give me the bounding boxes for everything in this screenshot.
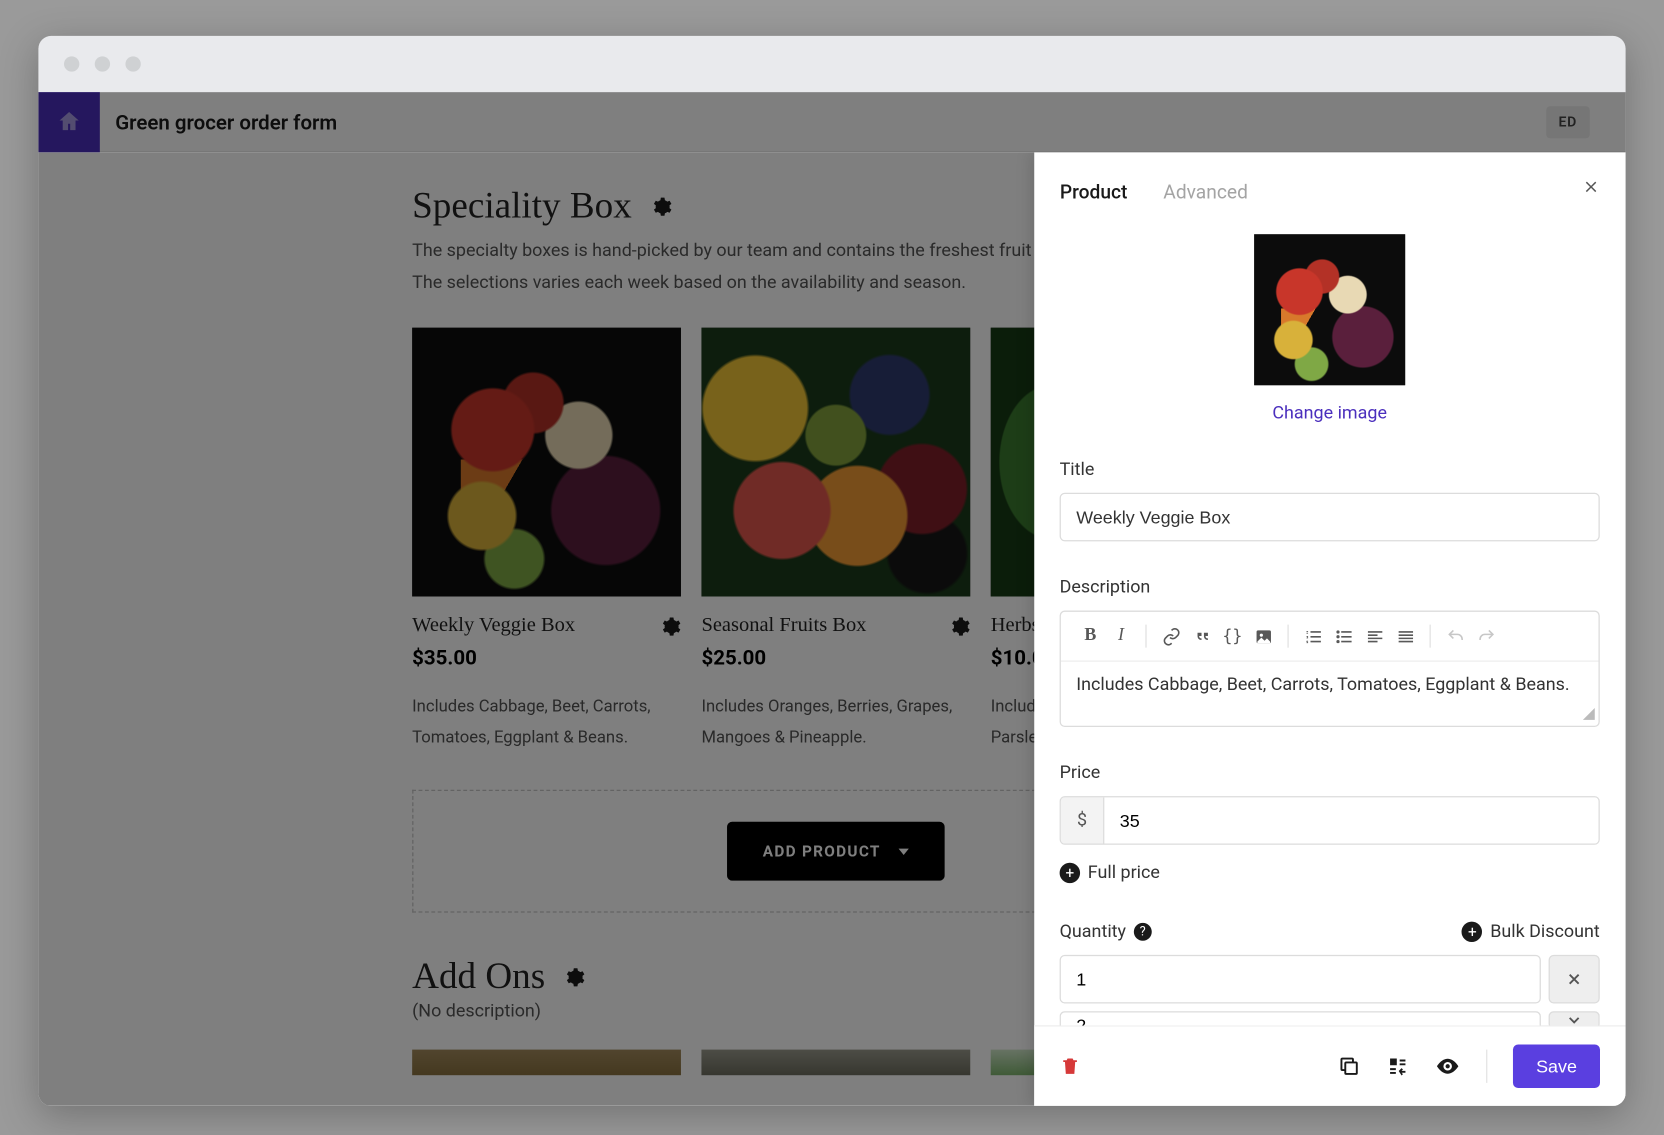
change-image-link[interactable]: Change image — [1273, 403, 1388, 423]
quantity-remove-button[interactable] — [1549, 955, 1600, 1004]
tab-product[interactable]: Product — [1060, 180, 1128, 203]
product-edit-panel: Product Advanced Change image Title Desc… — [1034, 152, 1625, 1106]
title-label: Title — [1060, 460, 1600, 480]
traffic-light-minimize[interactable] — [95, 56, 110, 71]
delete-button[interactable] — [1060, 1055, 1080, 1078]
resize-handle-icon[interactable]: ◢ — [1583, 704, 1595, 722]
description-editor: B I {} — [1060, 611, 1600, 727]
align-left-icon — [1365, 627, 1384, 646]
price-field: $ — [1060, 796, 1600, 845]
description-textarea[interactable]: Includes Cabbage, Beet, Carrots, Tomatoe… — [1061, 662, 1599, 726]
save-button[interactable]: Save — [1513, 1044, 1600, 1088]
rte-undo-button[interactable] — [1441, 622, 1469, 650]
align-justify-icon — [1396, 627, 1415, 646]
unordered-list-icon — [1334, 627, 1353, 646]
quantity-row — [1060, 1011, 1600, 1025]
quantity-label: Quantity ? — [1060, 922, 1152, 942]
quantity-input[interactable] — [1060, 955, 1541, 1004]
chevron-down-icon — [1565, 1011, 1583, 1025]
panel-footer: Save — [1034, 1025, 1625, 1106]
close-icon — [1582, 178, 1600, 196]
description-text: Includes Cabbage, Beet, Carrots, Tomatoe… — [1076, 675, 1569, 695]
redo-icon — [1476, 627, 1495, 646]
trash-icon — [1060, 1055, 1080, 1078]
x-icon — [1565, 970, 1583, 988]
panel-close-button[interactable] — [1582, 178, 1600, 196]
undo-icon — [1446, 627, 1465, 646]
full-price-label: Full price — [1088, 863, 1160, 883]
eye-icon — [1435, 1053, 1461, 1079]
traffic-light-close[interactable] — [64, 56, 79, 71]
quote-icon — [1192, 627, 1211, 646]
rte-align-left-button[interactable] — [1361, 622, 1389, 650]
rte-bold-button[interactable]: B — [1076, 622, 1104, 650]
quantity-row — [1060, 955, 1600, 1004]
rte-toolbar: B I {} — [1061, 612, 1599, 662]
window-titlebar — [38, 36, 1625, 92]
duplicate-button[interactable] — [1338, 1055, 1361, 1078]
currency-symbol: $ — [1061, 797, 1105, 843]
bulk-discount-button[interactable]: + Bulk Discount — [1462, 922, 1600, 942]
preview-button[interactable] — [1435, 1053, 1461, 1079]
rte-ol-button[interactable] — [1299, 622, 1327, 650]
traffic-light-zoom[interactable] — [125, 56, 140, 71]
full-price-toggle[interactable]: + Full price — [1060, 863, 1600, 883]
quantity-input[interactable] — [1060, 1011, 1541, 1025]
description-label: Description — [1060, 577, 1600, 597]
bulk-discount-label: Bulk Discount — [1490, 922, 1600, 942]
insert-icon — [1386, 1055, 1409, 1078]
rte-link-button[interactable] — [1157, 622, 1185, 650]
rte-image-button[interactable] — [1249, 622, 1277, 650]
quantity-expand-button[interactable] — [1549, 1011, 1600, 1025]
product-thumbnail — [1254, 234, 1405, 385]
plus-icon: + — [1462, 922, 1482, 942]
rte-ul-button[interactable] — [1330, 622, 1358, 650]
ordered-list-icon — [1304, 627, 1323, 646]
help-icon[interactable]: ? — [1134, 923, 1152, 941]
title-input[interactable] — [1060, 493, 1600, 542]
rte-code-button[interactable]: {} — [1219, 622, 1247, 650]
copy-icon — [1338, 1055, 1361, 1078]
rte-redo-button[interactable] — [1472, 622, 1500, 650]
price-input[interactable] — [1105, 797, 1599, 843]
app-window: Green grocer order form ED Speciality Bo… — [38, 36, 1625, 1106]
rte-quote-button[interactable] — [1188, 622, 1216, 650]
link-icon — [1162, 627, 1181, 646]
tab-advanced[interactable]: Advanced — [1163, 180, 1248, 203]
rte-italic-button[interactable]: I — [1107, 622, 1135, 650]
price-label: Price — [1060, 763, 1600, 783]
rte-align-justify-button[interactable] — [1391, 622, 1419, 650]
move-button[interactable] — [1386, 1055, 1409, 1078]
plus-icon: + — [1060, 863, 1080, 883]
modal-dim-topbar — [38, 92, 1625, 152]
image-icon — [1254, 627, 1273, 646]
